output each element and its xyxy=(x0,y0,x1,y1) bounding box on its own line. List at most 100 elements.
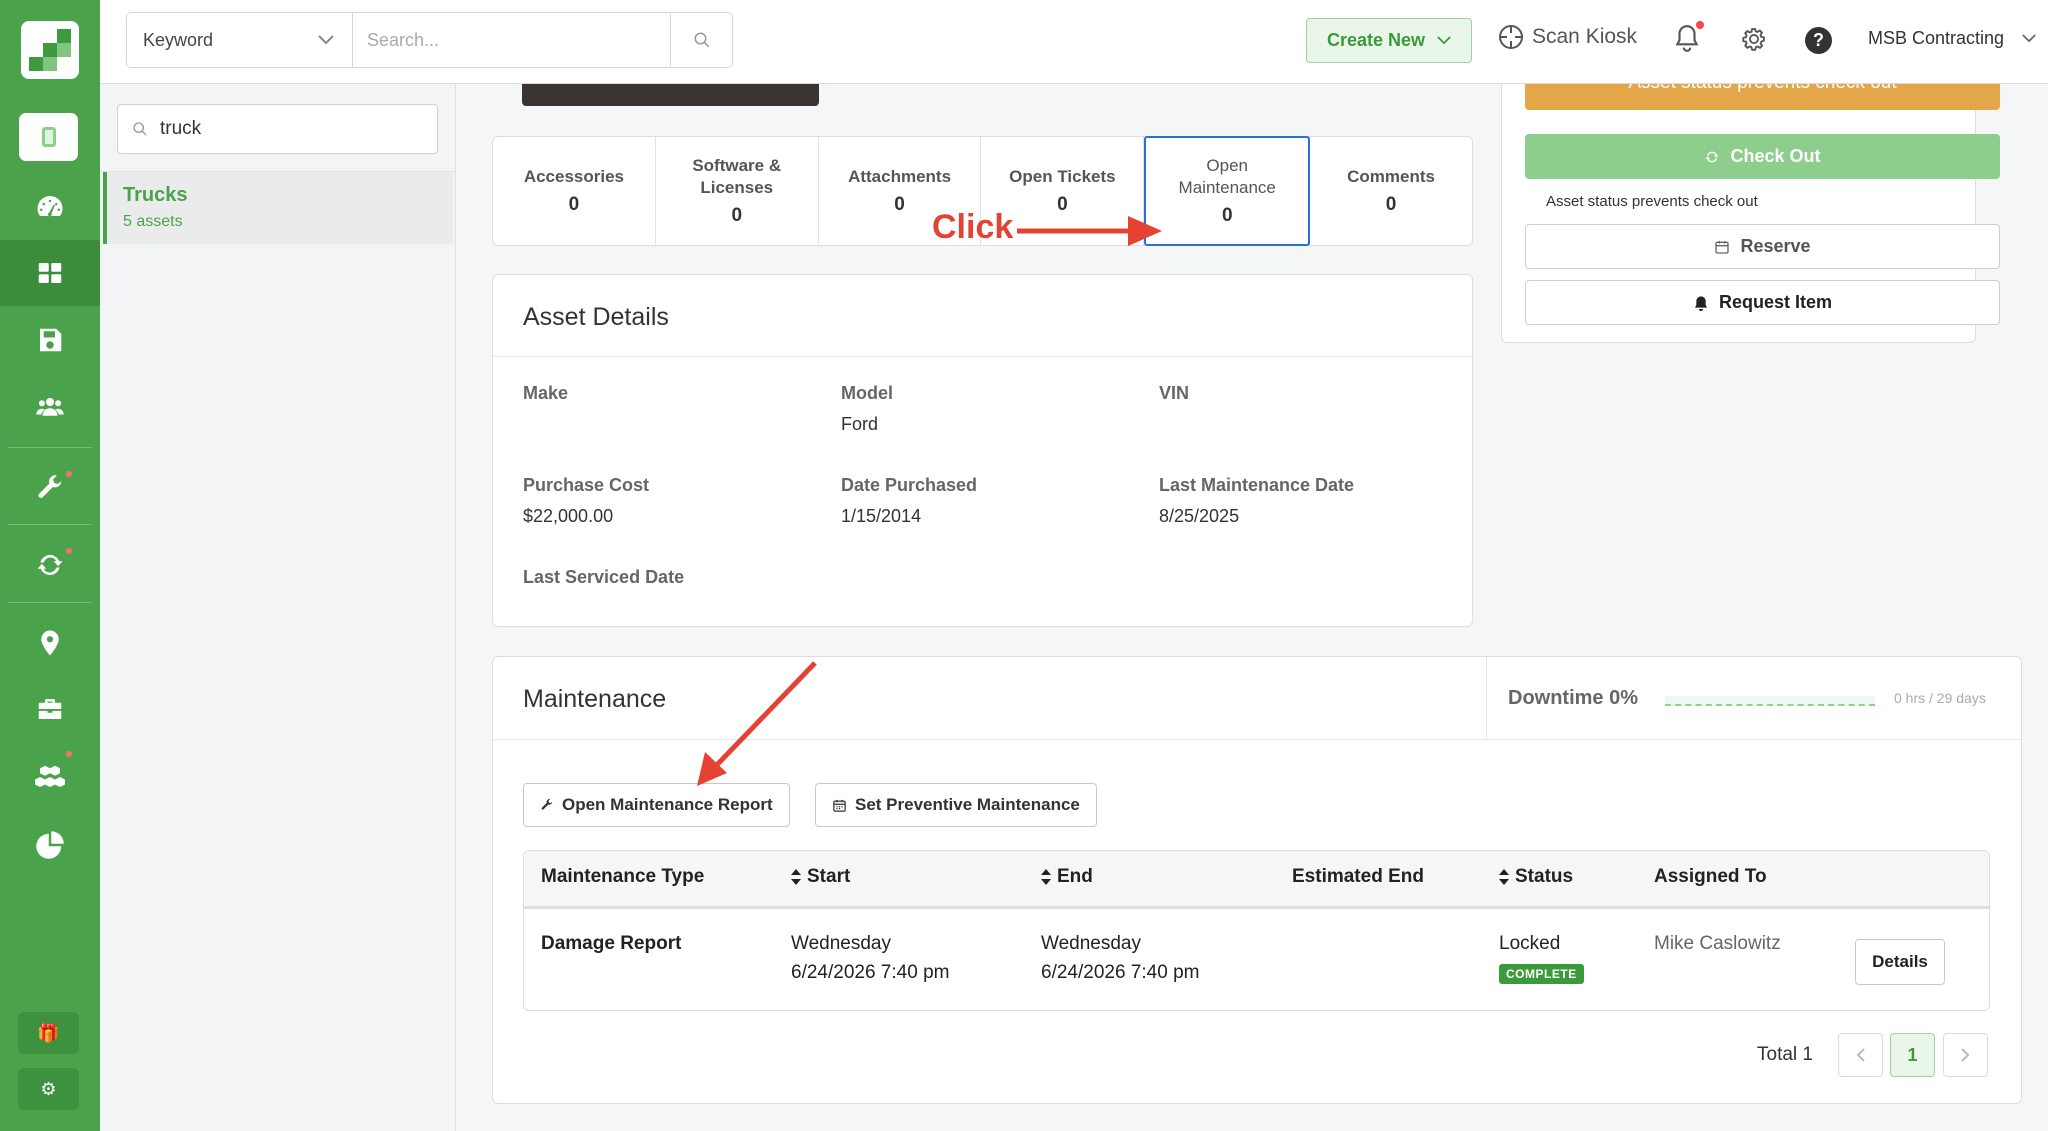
chevron-right-icon xyxy=(1961,1048,1970,1062)
settings-gear-icon[interactable] xyxy=(1740,25,1768,58)
row-type: Damage Report xyxy=(541,933,682,954)
tab-open-maintenance[interactable]: Open Maintenance 0 xyxy=(1144,136,1311,246)
org-switcher[interactable]: MSB Contracting xyxy=(1868,28,2036,49)
nav-users-icon[interactable] xyxy=(0,374,100,440)
reserve-button[interactable]: Reserve xyxy=(1525,224,2000,269)
row-status: Locked COMPLETE xyxy=(1499,929,1584,987)
group-search-field[interactable]: truck xyxy=(117,104,438,154)
field-last-serviced-date: Last Serviced Date xyxy=(523,567,684,598)
chevron-down-icon xyxy=(318,35,334,45)
details-button[interactable]: Details xyxy=(1855,939,1945,985)
nav-location-icon[interactable] xyxy=(0,610,100,676)
maintenance-table: Maintenance Type Start End Estimated End… xyxy=(523,850,1990,1011)
tab-software-licenses[interactable]: Software & Licenses 0 xyxy=(656,137,819,245)
tab-label: Accessories xyxy=(523,167,624,186)
asset-details-title: Asset Details xyxy=(493,275,1472,357)
group-count: 5 assets xyxy=(123,213,183,230)
app-logo[interactable] xyxy=(21,21,79,79)
chevron-down-icon xyxy=(1437,36,1451,45)
calendar-icon xyxy=(1715,240,1730,254)
nav-reports-pie-icon[interactable] xyxy=(0,812,100,878)
row-start-time: 6/24/2026 7:40 pm xyxy=(791,962,950,983)
tab-count: 0 xyxy=(894,194,905,215)
org-name: MSB Contracting xyxy=(1868,28,2005,48)
col-label: Estimated End xyxy=(1292,866,1424,887)
row-end-time: 6/24/2026 7:40 pm xyxy=(1041,962,1200,983)
tab-count: 0 xyxy=(731,205,743,226)
refresh-icon xyxy=(1705,151,1720,162)
status-badge: COMPLETE xyxy=(1499,964,1584,984)
search-mode-select[interactable]: Keyword xyxy=(127,13,353,67)
settings-gear-icon[interactable]: ⚙ xyxy=(18,1068,79,1110)
field-vin: VIN xyxy=(1159,383,1189,414)
set-preventive-maintenance-button[interactable]: Set Preventive Maintenance xyxy=(815,783,1097,827)
search-button[interactable] xyxy=(670,13,732,67)
scan-kiosk-button[interactable]: Scan Kiosk xyxy=(1498,24,1637,50)
calendar-icon xyxy=(833,799,846,812)
check-out-button[interactable]: Check Out xyxy=(1525,134,2000,179)
field-value: $22,000.00 xyxy=(523,506,614,526)
col-maintenance-type: Maintenance Type xyxy=(541,866,704,888)
col-start[interactable]: Start xyxy=(791,866,850,888)
col-estimated-end: Estimated End xyxy=(1292,866,1424,888)
row-assigned-to: Mike Caslowitz xyxy=(1654,933,1781,954)
tab-label: Open Tickets xyxy=(1009,167,1116,186)
row-status-text: Locked xyxy=(1499,933,1561,954)
row-start-day: Wednesday xyxy=(791,933,891,954)
mobile-app-icon[interactable] xyxy=(19,113,78,161)
search-input[interactable] xyxy=(353,13,670,67)
global-search: Keyword xyxy=(126,12,733,68)
col-end[interactable]: End xyxy=(1041,866,1093,888)
request-item-label: Request Item xyxy=(1718,292,1833,312)
crosshair-icon xyxy=(1499,25,1523,49)
chevron-down-icon xyxy=(2022,34,2036,43)
notifications-bell-icon[interactable] xyxy=(1674,21,1704,59)
nav-maintenance-wrench-icon[interactable] xyxy=(0,455,100,521)
open-maintenance-report-label: Open Maintenance Report xyxy=(562,795,773,814)
status-warning-text: Asset status prevents check out xyxy=(1628,84,1896,93)
request-item-button[interactable]: Request Item xyxy=(1525,280,2000,325)
nav-sync-icon[interactable] xyxy=(0,532,100,598)
page-1-button[interactable]: 1 xyxy=(1890,1033,1935,1077)
nav-assets-icon[interactable] xyxy=(0,240,100,306)
open-maintenance-report-button[interactable]: Open Maintenance Report xyxy=(523,783,790,827)
field-label: Last Maintenance Date xyxy=(1159,475,1355,495)
field-value: 8/25/2025 xyxy=(1159,506,1240,526)
wrench-icon xyxy=(541,799,553,810)
maintenance-card: Maintenance Downtime 0% 0 hrs / 29 days … xyxy=(492,656,2022,1104)
field-label: Model xyxy=(841,383,893,403)
sort-icon xyxy=(1041,869,1051,885)
col-label: Maintenance Type xyxy=(541,866,705,887)
asset-group-panel: truck Trucks 5 assets xyxy=(100,84,456,1131)
group-item-trucks[interactable]: Trucks 5 assets xyxy=(103,172,453,244)
top-bar: Keyword Create New Scan Kiosk ? MSB Cont… xyxy=(100,0,2048,84)
tab-count: 0 xyxy=(1385,194,1397,215)
col-label: Assigned To xyxy=(1654,866,1767,887)
tab-count: 0 xyxy=(1221,205,1233,226)
nav-dashboard-icon[interactable] xyxy=(0,173,100,239)
row-end-day: Wednesday xyxy=(1041,933,1141,954)
gift-icon[interactable]: 🎁 xyxy=(18,1012,79,1054)
create-new-button[interactable]: Create New xyxy=(1306,18,1472,63)
total-count: Total 1 xyxy=(1757,1044,1813,1065)
col-status[interactable]: Status xyxy=(1499,866,1573,888)
group-search-value: truck xyxy=(160,118,202,139)
nav-briefcase-icon[interactable] xyxy=(0,676,100,742)
asset-details-card: Asset Details Make Model Ford VIN Purcha… xyxy=(492,274,1473,627)
nav-save-icon[interactable] xyxy=(0,307,100,373)
tab-comments[interactable]: Comments 0 xyxy=(1310,137,1472,245)
prev-page-button[interactable] xyxy=(1838,1033,1883,1077)
click-annotation-label: Click xyxy=(932,208,1014,246)
status-warning-banner: Asset status prevents check out xyxy=(1525,84,2000,110)
field-value: 1/15/2014 xyxy=(841,506,922,526)
row-start: Wednesday 6/24/2026 7:40 pm xyxy=(791,929,949,987)
group-name: Trucks xyxy=(123,184,188,206)
sort-icon xyxy=(1499,869,1509,885)
help-icon[interactable]: ? xyxy=(1805,27,1832,54)
downtime-bar xyxy=(1665,696,1875,706)
next-page-button[interactable] xyxy=(1943,1033,1988,1077)
tab-accessories[interactable]: Accessories 0 xyxy=(493,137,656,245)
col-label: Start xyxy=(807,866,851,887)
field-last-maintenance-date: Last Maintenance Date 8/25/2025 xyxy=(1159,475,1354,527)
nav-inventory-boxes-icon[interactable] xyxy=(0,744,100,810)
